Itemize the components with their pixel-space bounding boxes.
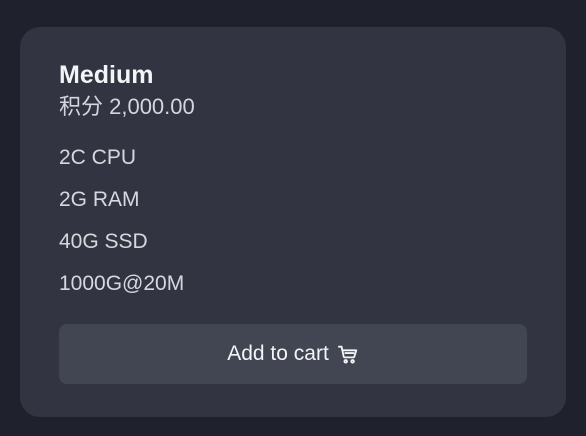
plan-card: Medium 积分 2,000.00 2C CPU 2G RAM 40G SSD… — [20, 27, 566, 417]
feature-list: 2C CPU 2G RAM 40G SSD 1000G@20M — [59, 144, 184, 312]
feature-item-bandwidth: 1000G@20M — [59, 272, 185, 295]
shopping-cart-icon — [337, 343, 359, 365]
add-to-cart-button[interactable]: Add to cart — [59, 324, 527, 384]
add-to-cart-label: Add to cart — [227, 342, 329, 365]
feature-item-storage: 40G SSD — [59, 230, 148, 253]
plan-name: Medium — [59, 61, 154, 89]
plan-price: 积分 2,000.00 — [59, 94, 195, 119]
feature-item-ram: 2G RAM — [59, 188, 140, 211]
feature-item-cpu: 2C CPU — [59, 146, 137, 169]
